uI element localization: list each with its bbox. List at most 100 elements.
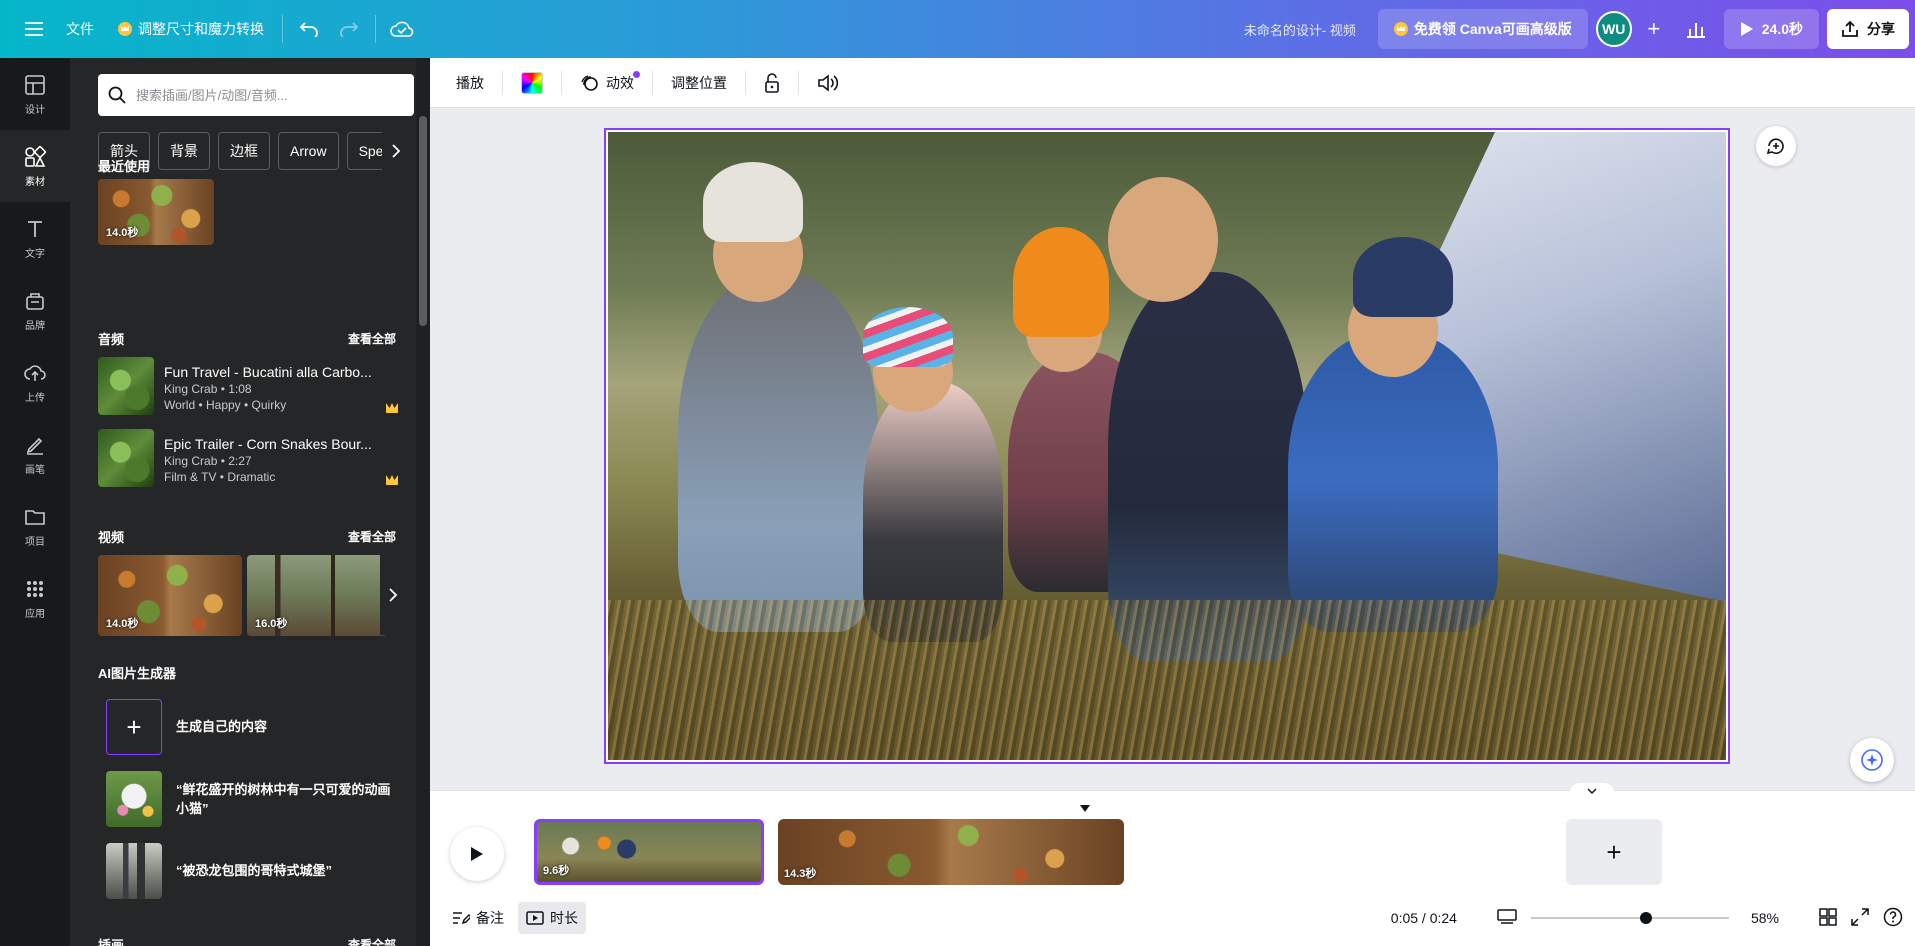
audio-see-all-link[interactable]: 查看全部 [348,330,396,347]
panel-scrollbar[interactable] [416,58,430,946]
zoom-level[interactable]: 58% [1751,910,1779,926]
redo-button[interactable] [329,9,369,49]
ai-prompt-text: “鲜花盛开的树林中有一只可爱的动画小猫” [176,781,391,817]
share-button[interactable]: 分享 [1827,9,1909,49]
rail-label: 品牌 [25,320,45,332]
cloud-check-icon [390,21,414,37]
timeline-clip-selected[interactable]: 9.6秒 [534,819,764,885]
ai-create-button[interactable]: + 生成自己的内容 [106,699,402,755]
family-camping-video[interactable] [608,132,1726,760]
rail-item-brand[interactable]: 品牌 [0,274,70,346]
scrollbar-thumb[interactable] [419,116,427,326]
timeline-icon [526,911,544,925]
chip-arrow[interactable]: Arrow [278,132,339,170]
video-thumb[interactable]: 14.0秒 [98,555,242,636]
shapes-icon [25,145,47,167]
present-play-button[interactable]: 24.0秒 [1723,9,1819,49]
rail-item-elements[interactable]: 素材 [0,130,70,202]
fullscreen-button[interactable] [1851,907,1869,929]
video-title: 视频 [98,530,125,545]
illustrations-see-all-link[interactable]: 查看全部 [348,936,396,946]
chip-background[interactable]: 背景 [158,132,210,170]
redo-icon [340,22,359,37]
divider [282,15,283,43]
crown-icon [118,22,132,36]
ai-prompt-item[interactable]: “鲜花盛开的树林中有一只可爱的动画小猫” [106,771,402,827]
duration-button[interactable]: 时长 [518,902,586,934]
plus-icon: + [106,699,162,755]
chevron-down-icon [1587,788,1597,794]
rail-item-text[interactable]: 文字 [0,202,70,274]
add-clip-button[interactable]: + [1566,819,1662,885]
search-input[interactable] [136,87,396,103]
share-icon [1842,20,1858,37]
lock-button[interactable] [754,65,790,101]
rail-label: 设计 [25,104,45,116]
design-name[interactable]: 未命名的设计- 视频 [1244,20,1356,39]
divider [798,70,799,95]
cloud-save-status[interactable] [382,9,422,49]
new-badge [633,70,640,78]
page-view-button[interactable] [1497,908,1517,928]
ai-prompt-item[interactable]: “被恐龙包围的哥特式城堡” [106,843,402,899]
divider [745,70,746,95]
upgrade-button[interactable]: 免费领 Canva可画高级版 [1377,9,1588,49]
undo-button[interactable] [289,9,329,49]
video-see-all-link[interactable]: 查看全部 [348,528,396,545]
animate-button[interactable]: 动效 [570,65,644,101]
top-bar: 文件 调整尺寸和魔力转换 未命名的设计- 视频 免费领 Canva可画高级版 W… [0,0,1915,58]
top-bar-right: 未命名的设计- 视频 免费领 Canva可画高级版 WU + 24.0秒 分享 [1244,0,1915,58]
resize-button[interactable]: 调整尺寸和魔力转换 [106,0,276,58]
collapse-timeline-button[interactable] [1570,783,1614,799]
person-head [1108,177,1218,302]
selected-video-frame[interactable] [604,128,1730,764]
grass-foreground [608,600,1726,760]
timeline-clip[interactable]: 14.3秒 [778,819,1124,885]
play-video-button[interactable]: 播放 [446,65,494,101]
fullscreen-icon [1851,907,1869,926]
chips-next-button[interactable] [382,132,410,170]
search-box[interactable] [98,74,414,116]
insights-button[interactable] [1676,9,1716,49]
zoom-knob[interactable] [1639,912,1652,924]
rail-item-projects[interactable]: 项目 [0,490,70,562]
zoom-slider[interactable] [1530,908,1729,928]
volume-button[interactable] [807,65,849,101]
color-adjust-button[interactable] [511,65,553,101]
add-comment-button[interactable] [1756,126,1796,166]
unlock-icon [765,72,779,93]
recent-video-thumb[interactable]: 14.0秒 [98,179,214,245]
timeline-play-button[interactable] [450,827,504,881]
rail-item-design[interactable]: 设计 [0,58,70,130]
video-thumb[interactable]: 16.0秒 [247,555,387,636]
invite-button[interactable]: + [1640,9,1668,49]
animate-label: 动效 [606,74,634,91]
plus-icon: + [1606,836,1622,867]
magic-assistant-button[interactable] [1850,738,1894,782]
rail-item-draw[interactable]: 画笔 [0,418,70,490]
rail-item-uploads[interactable]: 上传 [0,346,70,418]
audio-item-tags: World • Happy • Quirky [164,398,287,412]
playhead-marker[interactable] [1080,805,1090,812]
ai-generator-title: AI图片生成器 [98,666,177,681]
upload-icon [24,364,46,381]
video-next-button[interactable] [380,555,406,635]
grid-view-button[interactable] [1819,907,1837,929]
play-icon [471,847,483,861]
rail-label: 素材 [25,176,45,188]
audio-item[interactable]: Epic Trailer - Corn Snakes Bour... King … [98,429,414,491]
position-button[interactable]: 调整位置 [661,65,737,101]
rail-item-apps[interactable]: 应用 [0,562,70,634]
audio-item[interactable]: Fun Travel - Bucatini alla Carbo... King… [98,357,414,419]
duration-label: 时长 [550,910,578,926]
avatar[interactable]: WU [1595,11,1632,47]
notes-button[interactable]: 备注 [444,902,512,934]
file-menu[interactable]: 文件 [54,0,106,58]
recent-title: 最近使用 [98,159,151,174]
chip-border[interactable]: 边框 [218,132,270,170]
hamburger-menu-button[interactable] [14,9,54,49]
help-button[interactable] [1883,907,1903,930]
bar-chart-icon [1686,23,1705,38]
divider [375,15,376,43]
ai-create-label: 生成自己的内容 [176,719,268,735]
